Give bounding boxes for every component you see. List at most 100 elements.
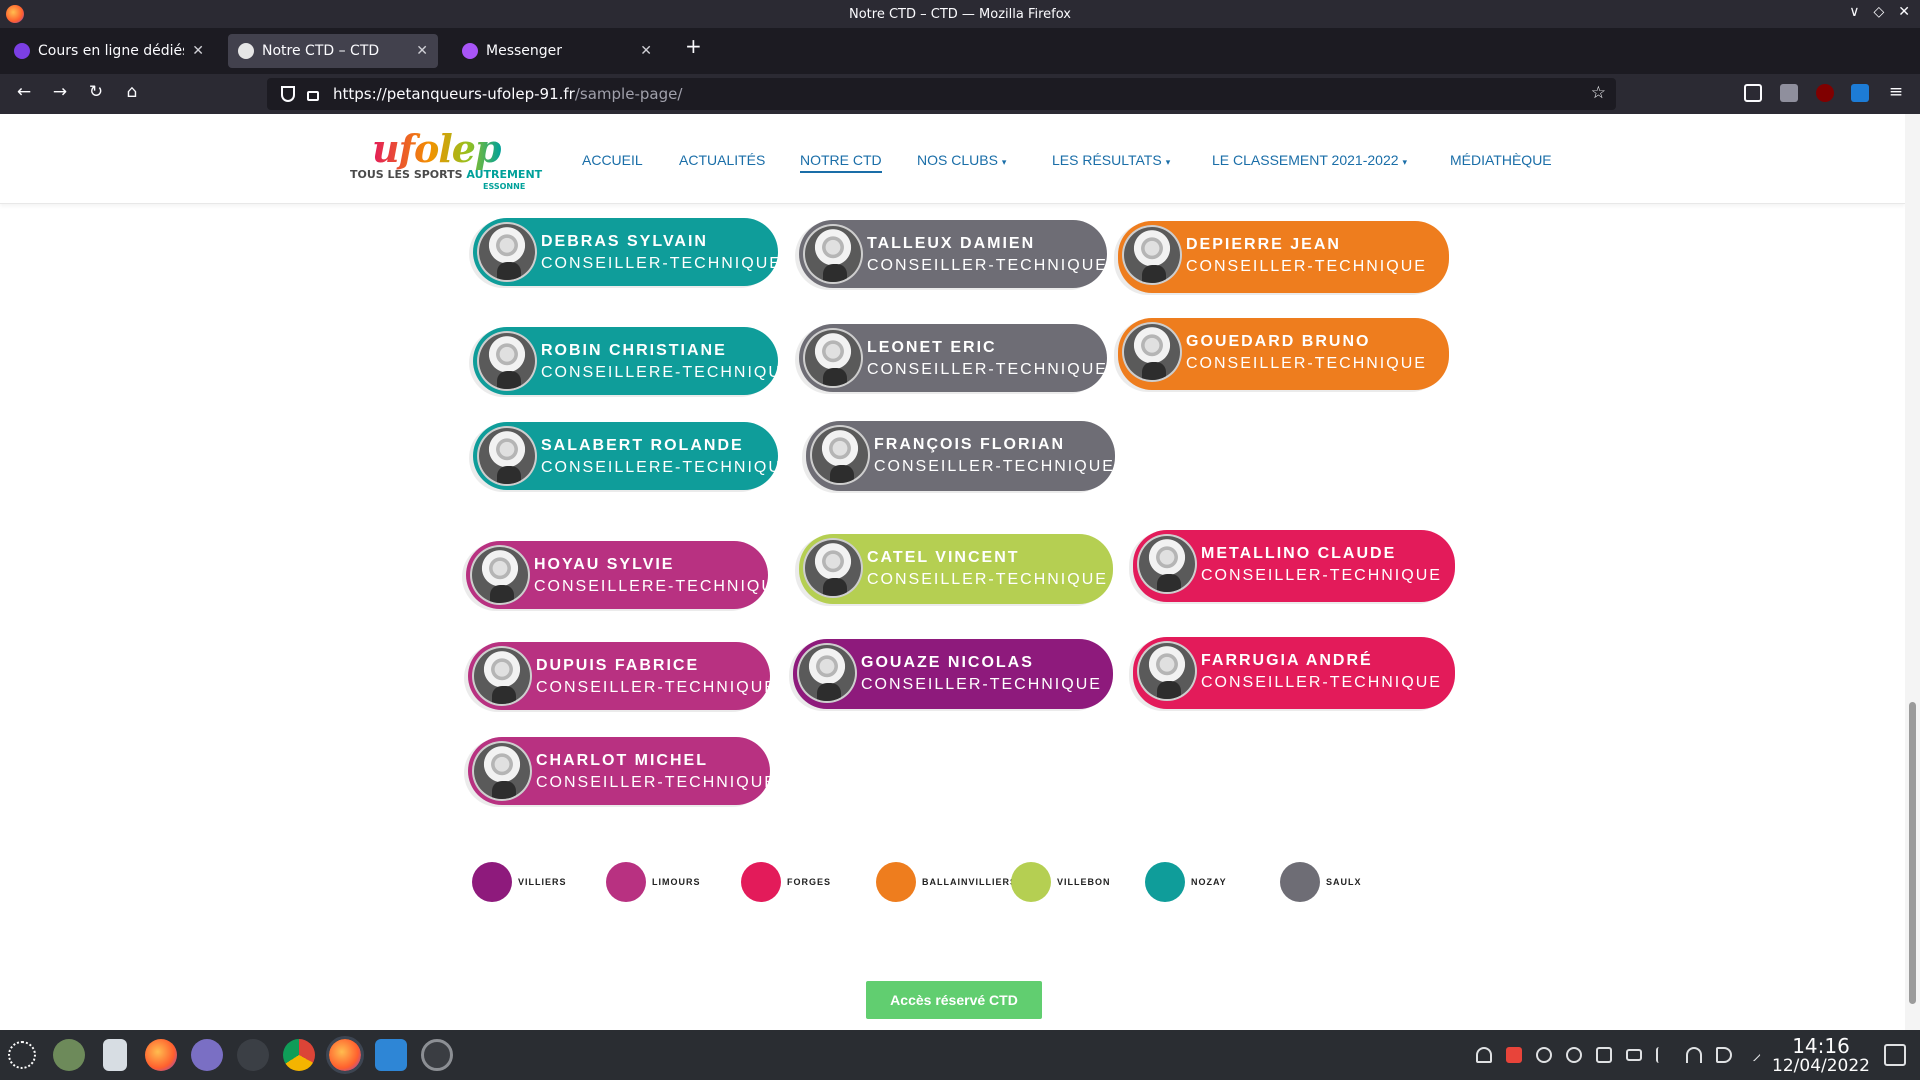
member-avatar [803, 328, 863, 388]
member-avatar [803, 538, 863, 598]
forward-button[interactable]: → [48, 82, 72, 102]
menu-actualites[interactable]: ACTUALITÉS [679, 152, 765, 168]
legend-dot [606, 862, 646, 902]
bluetooth-icon[interactable] [1656, 1047, 1672, 1063]
wordpress-favicon-icon [238, 43, 254, 59]
back-button[interactable]: ← [12, 82, 36, 102]
new-tab-button[interactable]: + [685, 34, 702, 58]
tracking-shield-icon[interactable] [281, 86, 295, 102]
pocket-icon[interactable] [1744, 84, 1762, 102]
terminal-icon[interactable] [237, 1039, 269, 1071]
member-avatar [472, 741, 532, 801]
wifi-icon[interactable] [1686, 1047, 1702, 1063]
member-card: SALABERT ROLANDE CONSEILLERE-TECHNIQUE [473, 422, 793, 490]
member-role: CONSEILLER-TECHNIQUE [867, 361, 1108, 378]
member-card: HOYAU SYLVIE CONSEILLERE-TECHNIQUE [466, 541, 786, 609]
folder-icon[interactable] [191, 1039, 223, 1071]
scrollbar-thumb[interactable] [1909, 702, 1916, 1004]
media-pause-icon[interactable] [1566, 1047, 1582, 1063]
firefox-icon[interactable] [145, 1039, 177, 1071]
member-avatar [1137, 534, 1197, 594]
firefox-logo-icon [6, 5, 24, 23]
member-avatar [477, 331, 537, 391]
member-role: CONSEILLER-TECHNIQUE [1201, 567, 1442, 584]
ublock-origin-icon[interactable] [1816, 84, 1834, 102]
volume-icon[interactable] [1716, 1047, 1732, 1063]
member-avatar [472, 646, 532, 706]
member-name: ROBIN CHRISTIANE [541, 342, 727, 359]
chrome-icon[interactable] [283, 1039, 315, 1071]
minimize-button[interactable]: ∨ [1849, 4, 1859, 20]
close-tab-icon[interactable]: ✕ [416, 43, 428, 59]
member-role: CONSEILLER-TECHNIQUE [867, 257, 1108, 274]
close-window-button[interactable]: ✕ [1898, 4, 1910, 20]
member-name: TALLEUX DAMIEN [867, 235, 1036, 252]
chevron-down-icon: ▾ [1402, 157, 1408, 167]
member-avatar [797, 643, 857, 703]
menu-nos-clubs[interactable]: NOS CLUBS ▾ [917, 152, 1006, 168]
vscode-icon[interactable] [375, 1039, 407, 1071]
taskbar: 14:16 12/04/2022 [0, 1030, 1920, 1080]
tray-expand-icon[interactable] [1747, 1048, 1761, 1062]
maximize-button[interactable]: ◇ [1873, 4, 1884, 20]
reload-button[interactable]: ↻ [84, 82, 108, 102]
legend-dot [1280, 862, 1320, 902]
anydesk-icon[interactable] [1506, 1047, 1522, 1063]
page-scrollbar[interactable] [1905, 114, 1920, 1030]
member-name: GOUAZE NICOLAS [861, 654, 1034, 671]
site-header: ufolep TOUS LES SPORTS AUTREMENT ESSONNE… [0, 114, 1905, 204]
chevron-down-icon: ▾ [1001, 157, 1007, 167]
member-avatar [810, 425, 870, 485]
app-launcher-icon[interactable] [8, 1041, 36, 1069]
tab-notre-ctd[interactable]: Notre CTD – CTD ✕ [228, 34, 438, 68]
access-ctd-button[interactable]: Accès réservé CTD [866, 981, 1042, 1019]
close-tab-icon[interactable]: ✕ [192, 43, 204, 59]
tab-bar: Cours en ligne dédiés au ✕ Notre CTD – C… [0, 28, 1920, 74]
menu-les-resultats[interactable]: LES RÉSULTATS ▾ [1052, 152, 1170, 168]
notifications-icon[interactable] [1476, 1047, 1492, 1063]
tab-messenger[interactable]: Messenger ✕ [452, 34, 662, 68]
member-avatar [477, 426, 537, 486]
tray-app-icon[interactable] [1536, 1047, 1552, 1063]
menu-mediatheque[interactable]: MÉDIATHÈQUE [1450, 152, 1552, 168]
legend-dot [472, 862, 512, 902]
tab-cours-en-ligne[interactable]: Cours en ligne dédiés au ✕ [4, 34, 214, 68]
menu-le-classement[interactable]: LE CLASSEMENT 2021-2022 ▾ [1212, 152, 1407, 168]
legend-label: BALLAINVILLIERS [922, 877, 1017, 887]
files-icon[interactable] [103, 1039, 127, 1071]
clipboard-icon[interactable] [1596, 1047, 1612, 1063]
member-name: GOUEDARD BRUNO [1186, 333, 1371, 350]
member-name: SALABERT ROLANDE [541, 437, 744, 454]
member-name: CHARLOT MICHEL [536, 752, 708, 769]
close-tab-icon[interactable]: ✕ [640, 43, 652, 59]
menu-accueil[interactable]: ACCUEIL [582, 152, 643, 168]
ufolep-logo[interactable]: ufolep TOUS LES SPORTS AUTREMENT ESSONNE [348, 126, 542, 196]
menu-notre-ctd[interactable]: NOTRE CTD [800, 152, 882, 173]
url-bar[interactable]: https://petanqueurs-ufolep-91.fr /sample… [267, 78, 1616, 110]
lock-icon[interactable] [307, 91, 319, 101]
member-avatar [1122, 322, 1182, 382]
member-card: METALLINO CLAUDE CONSEILLER-TECHNIQUE [1133, 530, 1455, 602]
member-card: TALLEUX DAMIEN CONSEILLER-TECHNIQUE [799, 220, 1107, 288]
clock-date: 12/04/2022 [1772, 1056, 1870, 1076]
app-menu-button[interactable]: ≡ [1884, 82, 1908, 102]
legend-dot [1011, 862, 1051, 902]
member-name: LEONET ERIC [867, 339, 997, 356]
legend-dot [1145, 862, 1185, 902]
member-role: CONSEILLER-TECHNIQUE [536, 679, 777, 696]
member-avatar [477, 222, 537, 282]
firefox-active-icon[interactable] [326, 1036, 364, 1074]
extension-s-icon[interactable] [1851, 84, 1869, 102]
member-role: CONSEILLERE-TECHNIQUE [541, 364, 795, 381]
member-role: CONSEILLER-TECHNIQUE [1201, 674, 1442, 691]
clock[interactable]: 14:16 12/04/2022 [1772, 1036, 1870, 1076]
member-avatar [803, 224, 863, 284]
battery-icon[interactable] [1626, 1049, 1642, 1061]
show-desktop-icon[interactable] [1884, 1044, 1906, 1066]
extension-icon[interactable] [1780, 84, 1798, 102]
obs-icon[interactable] [421, 1039, 453, 1071]
home-button[interactable]: ⌂ [120, 82, 144, 102]
bookmark-star-icon[interactable]: ☆ [1591, 83, 1606, 103]
legend-label: FORGES [787, 877, 832, 887]
settings-icon[interactable] [53, 1039, 85, 1071]
